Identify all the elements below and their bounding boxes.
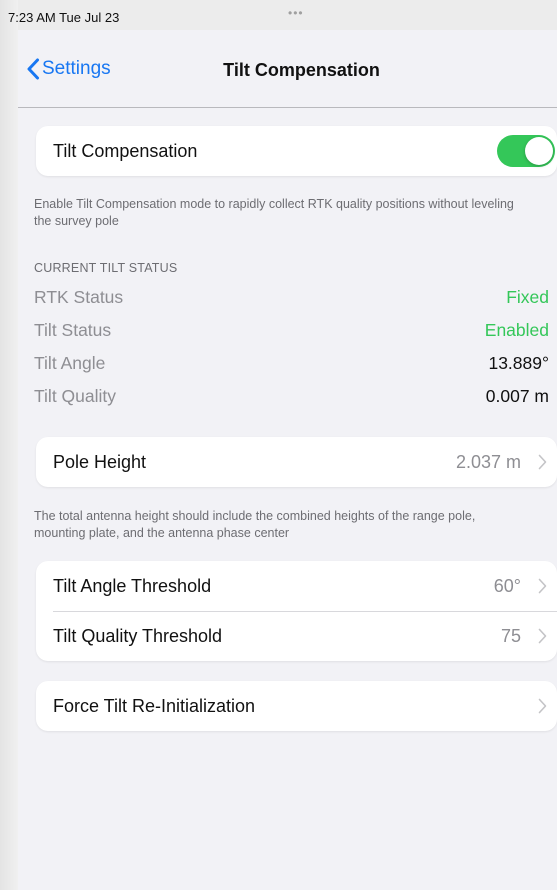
- pole-height-card: Pole Height 2.037 m: [36, 437, 557, 487]
- tilt-compensation-toggle[interactable]: [497, 135, 555, 167]
- tilt-compensation-card: Tilt Compensation: [36, 126, 557, 176]
- multitasking-dots-icon[interactable]: •••: [288, 6, 304, 20]
- force-tilt-reinit-label: Force Tilt Re-Initialization: [53, 695, 256, 716]
- pole-height-footnote: The total antenna height should include …: [34, 509, 476, 540]
- force-reinit-card: Force Tilt Re-Initialization: [36, 681, 557, 731]
- pole-height-row[interactable]: Pole Height 2.037 m: [36, 437, 557, 487]
- chevron-right-icon: [538, 454, 547, 470]
- tilt-quality-label: Tilt Quality: [34, 386, 117, 406]
- tilt-quality-row: Tilt Quality 0.007 m: [34, 386, 549, 410]
- tilt-angle-label: Tilt Angle: [34, 353, 106, 373]
- current-tilt-status-header: CURRENT TILT STATUS: [34, 261, 178, 275]
- tilt-angle-threshold-row[interactable]: Tilt Angle Threshold 60°: [36, 561, 557, 611]
- page-title: Tilt Compensation: [223, 60, 380, 80]
- tilt-angle-threshold-value: 60°: [493, 575, 521, 596]
- tilt-quality-threshold-row[interactable]: Tilt Quality Threshold 75: [36, 611, 557, 661]
- chevron-right-icon: [538, 578, 547, 594]
- force-tilt-reinit-row[interactable]: Force Tilt Re-Initialization: [36, 681, 557, 731]
- thresholds-card: Tilt Angle Threshold 60° Tilt Quality Th…: [36, 561, 557, 661]
- tilt-footnote: Enable Tilt Compensation mode to rapidly…: [34, 197, 514, 228]
- tilt-angle-threshold-label: Tilt Angle Threshold: [53, 575, 212, 596]
- navigation-bar: Settings Tilt Compensation: [18, 30, 557, 108]
- tilt-quality-threshold-label: Tilt Quality Threshold: [53, 625, 223, 646]
- tilt-angle-row: Tilt Angle 13.889°: [34, 353, 549, 377]
- pole-height-label: Pole Height: [53, 451, 147, 472]
- rtk-status-value: Fixed: [506, 287, 549, 307]
- chevron-right-icon: [538, 628, 547, 644]
- tilt-compensation-row: Tilt Compensation: [36, 126, 557, 176]
- device-bezel: [0, 0, 18, 890]
- rtk-status-row: RTK Status Fixed: [34, 287, 549, 311]
- chevron-right-icon: [538, 698, 547, 714]
- rtk-status-label: RTK Status: [34, 287, 124, 307]
- pole-height-value: 2.037 m: [455, 451, 521, 472]
- tilt-status-row: Tilt Status Enabled: [34, 320, 549, 344]
- tilt-status-value: Enabled: [484, 320, 549, 340]
- tilt-compensation-label: Tilt Compensation: [53, 140, 198, 161]
- tilt-status-label: Tilt Status: [34, 320, 112, 340]
- tilt-quality-threshold-value: 75: [500, 625, 521, 646]
- toggle-knob: [525, 137, 553, 165]
- settings-screen: Settings Tilt Compensation Tilt Compensa…: [18, 30, 557, 890]
- tilt-angle-value: 13.889°: [488, 353, 549, 373]
- tilt-quality-value: 0.007 m: [485, 386, 549, 406]
- status-bar: 7:23 AM Tue Jul 23 •••: [0, 0, 557, 30]
- status-time: 7:23 AM Tue Jul 23: [8, 10, 120, 25]
